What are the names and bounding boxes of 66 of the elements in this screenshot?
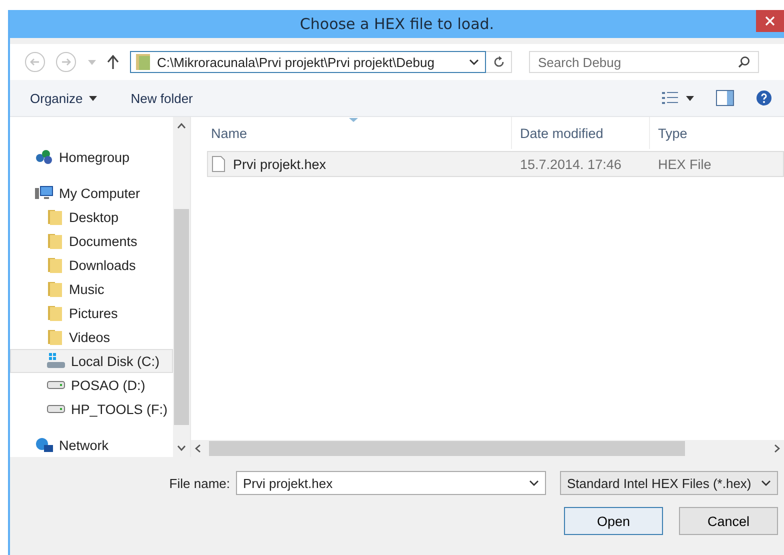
- sidebar-item[interactable]: Music: [10, 277, 173, 301]
- chevron-up-icon[interactable]: [177, 123, 186, 129]
- close-icon: [765, 16, 775, 26]
- sort-arrow-icon: [349, 118, 358, 122]
- cancel-button[interactable]: Cancel: [679, 507, 778, 535]
- dropdown-icon[interactable]: [686, 96, 694, 100]
- folder-icon: [47, 256, 63, 274]
- refresh-button[interactable]: [486, 51, 512, 73]
- file-name: Prvi projekt.hex: [233, 156, 326, 172]
- sidebar-item[interactable]: Homegroup: [10, 145, 173, 169]
- vertical-scrollbar[interactable]: [173, 117, 190, 457]
- close-button[interactable]: [756, 10, 784, 32]
- file-icon: [212, 156, 225, 172]
- sidebar-item[interactable]: Local Disk (C:): [10, 349, 173, 373]
- sidebar-item[interactable]: Downloads: [10, 253, 173, 277]
- column-header[interactable]: Type: [650, 117, 784, 149]
- folder-icon: [47, 232, 63, 250]
- new-folder-button[interactable]: New folder: [126, 88, 197, 108]
- chevron-down-icon[interactable]: [529, 480, 539, 486]
- folder-icon: [47, 208, 63, 226]
- column-header[interactable]: Date modified: [512, 117, 650, 149]
- open-button[interactable]: Open: [564, 507, 663, 535]
- up-arrow-icon[interactable]: [107, 55, 119, 69]
- sidebar-item[interactable]: POSAO (D:): [10, 373, 173, 397]
- column-header[interactable]: Name: [211, 117, 512, 149]
- file-name-field[interactable]: Prvi projekt.hex: [236, 471, 546, 495]
- folder-icon: [47, 304, 63, 322]
- drive-icon: [47, 404, 65, 414]
- people-icon: [35, 149, 53, 165]
- sidebar-item[interactable]: Pictures: [10, 301, 173, 325]
- network-icon: [35, 437, 53, 453]
- chevron-down-icon[interactable]: [761, 480, 771, 486]
- horizontal-scrollbar[interactable]: [191, 440, 784, 457]
- caret-icon: [88, 96, 97, 100]
- file-type-dropdown[interactable]: Standard Intel HEX Files (*.hex): [560, 471, 778, 495]
- sidebar-item[interactable]: Desktop: [10, 205, 173, 229]
- chevron-down-icon[interactable]: [177, 445, 186, 451]
- drive-icon: [47, 353, 65, 369]
- folder-icon: [135, 53, 151, 71]
- preview-pane-icon[interactable]: [716, 90, 734, 106]
- chevron-right-icon[interactable]: [774, 444, 780, 453]
- sidebar-item[interactable]: HP_TOOLS (F:): [10, 397, 173, 421]
- file-name-label: File name:: [169, 476, 230, 490]
- chevron-down-icon[interactable]: [469, 59, 479, 65]
- sidebar-item[interactable]: Documents: [10, 229, 173, 253]
- help-icon[interactable]: [756, 90, 772, 106]
- search-icon: [738, 56, 750, 68]
- drive-icon: [47, 380, 65, 390]
- sidebar-item[interactable]: Videos: [10, 325, 173, 349]
- view-list-icon[interactable]: [662, 91, 678, 105]
- address-bar[interactable]: C:\Mikroracunala\Prvi projekt\Prvi projekt\Debug: [130, 51, 486, 73]
- organize-button[interactable]: Organize: [26, 88, 101, 108]
- search-field[interactable]: Search Debug: [529, 51, 759, 73]
- sidebar-item[interactable]: Network: [10, 433, 173, 457]
- sidebar-item[interactable]: My Computer: [10, 181, 173, 205]
- file-row[interactable]: Prvi projekt.hex 15.7.2014. 17:46 HEX File: [207, 151, 784, 177]
- scrollbar-thumb[interactable]: [209, 441, 685, 456]
- chevron-left-icon[interactable]: [195, 444, 201, 453]
- folder-icon: [47, 280, 63, 298]
- scrollbar-thumb[interactable]: [174, 209, 189, 425]
- folder-icon: [47, 328, 63, 346]
- refresh-icon: [492, 56, 504, 68]
- window-title: Choose a HEX file to load.: [300, 15, 494, 33]
- table-cell-text: 15.7.2014. 17:46: [519, 156, 622, 172]
- computer-icon: [35, 185, 53, 201]
- table-cell-text: HEX File: [657, 156, 712, 172]
